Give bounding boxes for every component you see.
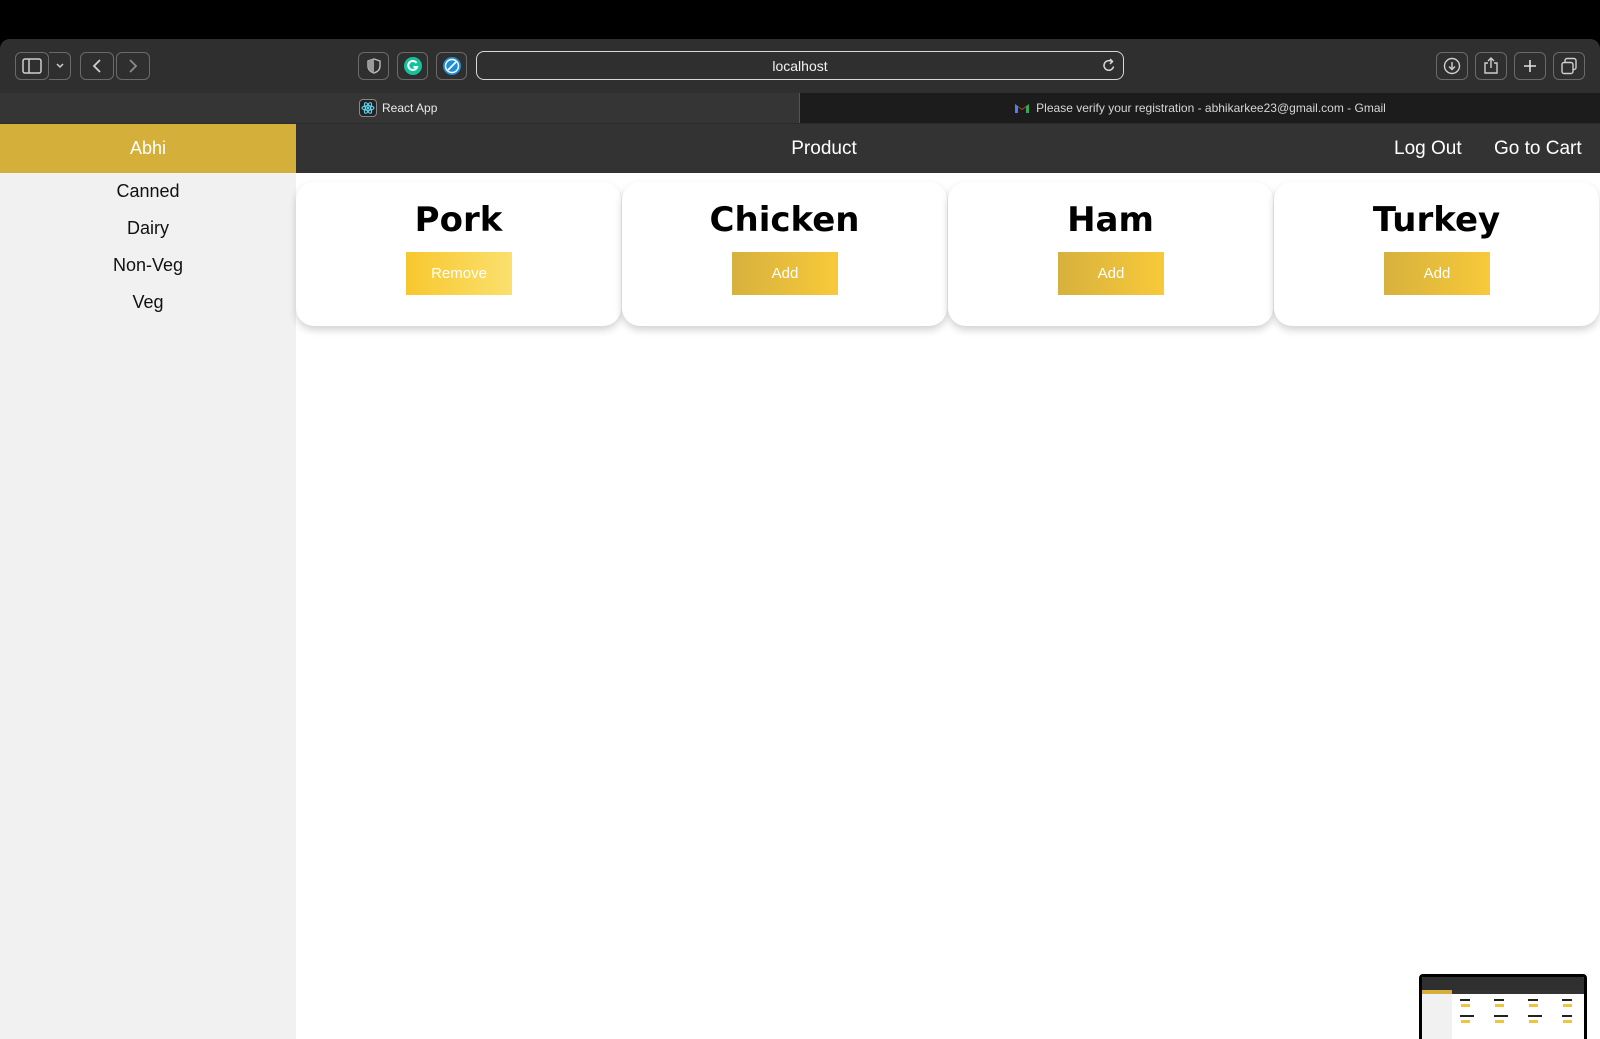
plus-icon — [1524, 60, 1536, 72]
download-icon — [1443, 57, 1461, 75]
product-name: Turkey — [1372, 200, 1501, 240]
sidebar: Abhi Canned Dairy Non-Veg Veg — [0, 124, 296, 1039]
screen: localhost React App Please verify your r… — [0, 0, 1600, 1039]
tab-bar: React App Please verify your registratio… — [0, 93, 1600, 123]
remove-button[interactable]: Remove — [406, 252, 512, 295]
add-button[interactable]: Add — [1058, 252, 1164, 295]
product-card: Chicken Add — [622, 182, 947, 326]
compass-extension-button[interactable] — [436, 52, 467, 80]
forward-button[interactable] — [116, 52, 150, 80]
back-button[interactable] — [80, 52, 114, 80]
downloads-button[interactable] — [1436, 52, 1468, 80]
reload-icon[interactable] — [1102, 58, 1116, 73]
page-title: Product — [791, 137, 857, 159]
chevron-down-icon — [55, 63, 64, 69]
privacy-shield-button[interactable] — [358, 52, 389, 80]
share-button[interactable] — [1475, 52, 1507, 80]
tab-overview-button[interactable] — [1553, 52, 1585, 80]
tab-react-app[interactable]: React App — [0, 93, 799, 123]
browser-window: localhost React App Please verify your r… — [0, 39, 1600, 1039]
address-bar[interactable]: localhost — [476, 51, 1124, 80]
product-name: Pork — [414, 200, 503, 240]
sidebar-toggle-button[interactable] — [15, 52, 49, 80]
browser-toolbar: localhost — [0, 39, 1600, 93]
sidebar-item-dairy[interactable]: Dairy — [0, 210, 296, 246]
react-icon — [359, 99, 377, 117]
new-tab-button[interactable] — [1514, 52, 1546, 80]
address-bar-url: localhost — [772, 57, 828, 74]
sidebar-item-veg[interactable]: Veg — [0, 284, 296, 320]
shield-icon — [366, 58, 381, 74]
top-navbar: Product Log Out Go to Cart — [296, 124, 1600, 173]
tab-group-dropdown-button[interactable] — [49, 52, 71, 80]
product-card: Ham Add — [948, 182, 1273, 326]
gmail-icon — [1014, 102, 1030, 114]
add-button[interactable]: Add — [1384, 252, 1490, 295]
product-name: Ham — [1067, 200, 1154, 240]
chevron-right-icon — [129, 59, 138, 73]
web-page: Abhi Canned Dairy Non-Veg Veg Product Lo… — [0, 124, 1600, 1039]
share-icon — [1484, 57, 1498, 74]
add-button[interactable]: Add — [732, 252, 838, 295]
grammarly-extension-button[interactable] — [397, 52, 428, 80]
grammarly-icon — [403, 57, 422, 75]
tab-title: React App — [382, 101, 438, 115]
product-card: Turkey Add — [1274, 182, 1599, 326]
screenshot-thumbnail[interactable] — [1419, 974, 1587, 1039]
sidebar-icon — [22, 58, 42, 74]
tabs-overview-icon — [1561, 57, 1577, 75]
sidebar-item-non-veg[interactable]: Non-Veg — [0, 247, 296, 283]
product-card: Pork Remove — [296, 182, 621, 326]
product-grid: Pork Remove Chicken Add Ham Add Turkey A… — [296, 182, 1600, 332]
tab-title: Please verify your registration - abhika… — [1036, 101, 1386, 115]
product-name: Chicken — [709, 200, 860, 240]
go-to-cart-link[interactable]: Go to Cart — [1494, 124, 1582, 173]
compass-icon — [442, 57, 461, 75]
tab-gmail[interactable]: Please verify your registration - abhika… — [799, 93, 1600, 123]
sidebar-item-canned[interactable]: Canned — [0, 173, 296, 209]
sidebar-username: Abhi — [0, 124, 296, 173]
logout-link[interactable]: Log Out — [1394, 124, 1462, 173]
screenshot-preview-image — [1422, 977, 1584, 1039]
chevron-left-icon — [92, 59, 101, 73]
